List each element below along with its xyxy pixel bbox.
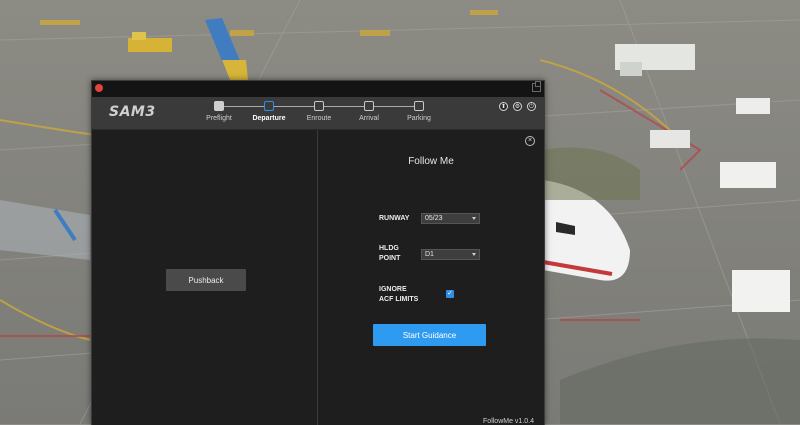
departure-actions-pane: Pushback bbox=[92, 130, 318, 425]
settings-icon[interactable]: ⚙ bbox=[513, 102, 522, 111]
ignore-limits-label-line1: IGNORE bbox=[379, 286, 407, 293]
ignore-limits-label-line2: ACF LIMITS bbox=[379, 296, 419, 303]
window-content: Pushback × Follow Me RUNWAY 05/23 HLDG P… bbox=[92, 130, 544, 425]
ignore-limits-label: IGNORE ACF LIMITS bbox=[379, 285, 418, 305]
window-titlebar[interactable] bbox=[92, 81, 544, 97]
runway-value: 05/23 bbox=[425, 215, 443, 222]
step-departure[interactable] bbox=[264, 101, 274, 111]
runway-select[interactable]: 05/23 bbox=[421, 213, 480, 224]
holding-point-value: D1 bbox=[425, 251, 434, 258]
holding-point-label-line2: POINT bbox=[379, 255, 401, 262]
step-label-enroute: Enroute bbox=[306, 115, 332, 122]
holding-point-label: HLDG POINT bbox=[379, 244, 400, 264]
step-arrival[interactable] bbox=[364, 101, 374, 111]
power-icon[interactable]: ⏻ bbox=[527, 102, 536, 111]
step-label-departure: Departure bbox=[252, 115, 286, 122]
step-preflight[interactable] bbox=[214, 101, 224, 111]
step-label-preflight: Preflight bbox=[206, 115, 232, 122]
upload-icon[interactable]: ⬆ bbox=[499, 102, 508, 111]
holding-point-select[interactable]: D1 bbox=[421, 249, 480, 260]
step-label-arrival: Arrival bbox=[359, 115, 379, 122]
runway-label: RUNWAY bbox=[379, 215, 410, 222]
chevron-down-icon bbox=[472, 217, 476, 220]
sam3-window: SAM3 Preflight Departure Enroute Arrival… bbox=[91, 80, 545, 425]
step-parking[interactable] bbox=[414, 101, 424, 111]
holding-point-label-line1: HLDG bbox=[379, 245, 399, 252]
pushback-button[interactable]: Pushback bbox=[166, 269, 246, 291]
ignore-limits-checkbox[interactable]: ✓ bbox=[446, 290, 454, 298]
close-icon[interactable]: × bbox=[525, 136, 535, 146]
flight-phase-stepper: Preflight Departure Enroute Arrival Park… bbox=[92, 97, 544, 129]
chevron-down-icon bbox=[472, 253, 476, 256]
window-close-button[interactable] bbox=[95, 84, 103, 92]
step-label-parking: Parking bbox=[407, 115, 431, 122]
panel-title: Follow Me bbox=[408, 156, 454, 167]
step-enroute[interactable] bbox=[314, 101, 324, 111]
popout-icon[interactable] bbox=[532, 81, 541, 92]
follow-me-pane: × Follow Me RUNWAY 05/23 HLDG POINT D1 I… bbox=[318, 130, 544, 425]
start-guidance-button[interactable]: Start Guidance bbox=[373, 324, 486, 346]
app-header: SAM3 Preflight Departure Enroute Arrival… bbox=[92, 97, 544, 130]
